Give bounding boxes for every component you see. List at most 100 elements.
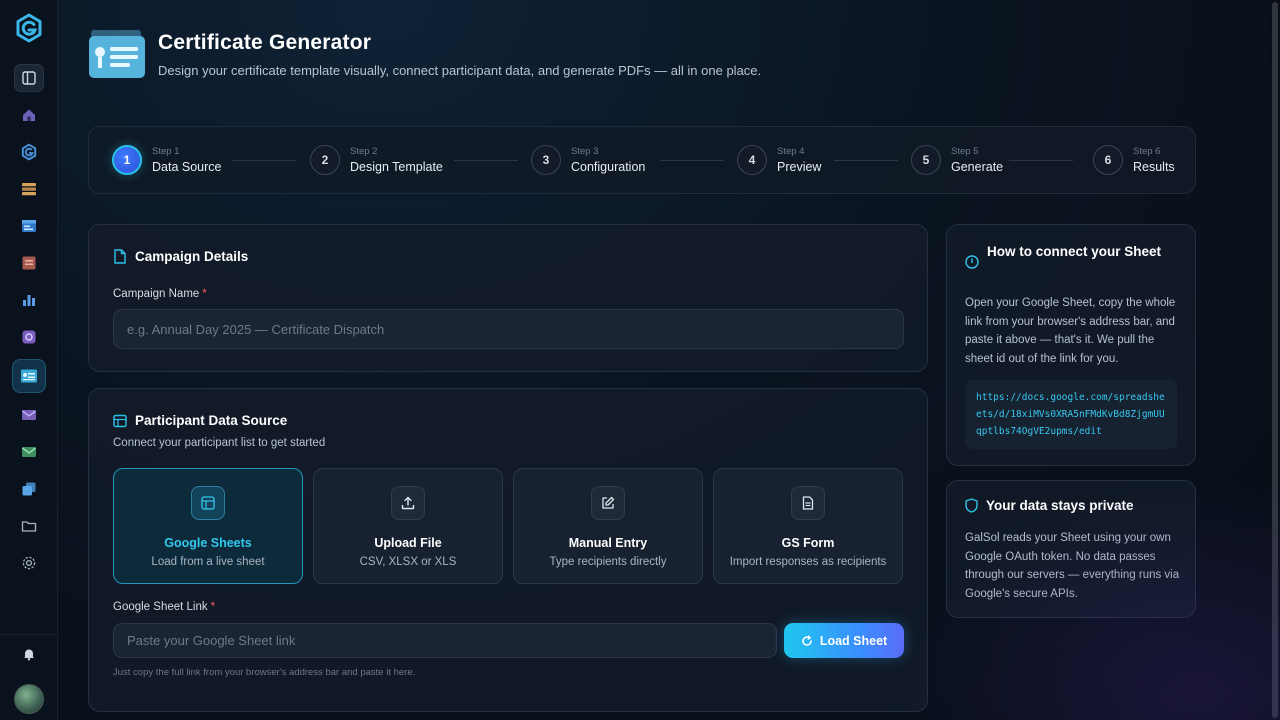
certificate-icon <box>20 369 37 383</box>
step-caption: Step 6 <box>1133 146 1161 157</box>
required-marker: * <box>210 601 216 613</box>
step-label: Preview <box>777 160 822 174</box>
bell-icon <box>23 649 34 661</box>
source-subtitle: Type recipients directly <box>549 556 667 568</box>
step-label: Data Source <box>152 160 222 174</box>
source-options: Google Sheets Load from a live sheet Upl… <box>113 468 903 584</box>
sidebar <box>0 0 58 720</box>
step-connector <box>660 160 724 161</box>
sheet-link-hint: Just copy the full link from your browse… <box>113 667 416 678</box>
inbox-icon <box>21 447 36 457</box>
sidebar-item-camera[interactable] <box>14 323 44 351</box>
source-subtitle: Load from a live sheet <box>151 556 265 568</box>
certificate-header-icon <box>89 30 145 78</box>
step-caption: Step 4 <box>777 146 805 157</box>
browser-icon <box>21 220 36 232</box>
source-subtitle: CSV, XLSX or XLS <box>359 556 457 568</box>
avatar[interactable] <box>13 684 44 714</box>
source-manual-entry[interactable]: Manual Entry Type recipients directly <box>513 468 703 584</box>
source-title: GS Form <box>781 536 835 550</box>
step-number: 5 <box>911 145 941 175</box>
sidebar-item-layers[interactable] <box>14 175 44 203</box>
notifications-button[interactable] <box>22 647 36 666</box>
sidebar-item-browser[interactable] <box>14 212 44 240</box>
howto-text: Open your Google Sheet, copy the whole l… <box>965 297 1176 365</box>
privacy-header: Your data stays private <box>965 498 1134 513</box>
howto-header: How to connect your Sheet <box>965 241 1167 269</box>
source-title: Manual Entry <box>568 536 648 550</box>
upload-icon <box>391 486 425 520</box>
step-number: 3 <box>531 145 561 175</box>
camera-icon <box>22 330 35 344</box>
sidebar-item-certificates[interactable] <box>12 360 45 392</box>
required-marker: * <box>202 288 207 300</box>
step-configuration[interactable]: 3 Step 3 Configuration <box>531 145 645 175</box>
sheet-link-label: Google Sheet Link * <box>113 601 215 613</box>
file-icon <box>114 249 126 264</box>
step-caption: Step 5 <box>951 146 979 157</box>
sidebar-item-inbox[interactable] <box>14 438 44 466</box>
participant-source-subtitle: Connect your participant list to get sta… <box>113 437 326 449</box>
campaign-name-input[interactable] <box>113 309 904 349</box>
label-text: Google Sheet Link <box>113 601 208 613</box>
source-title: Google Sheets <box>164 536 252 550</box>
step-design-template[interactable]: 2 Step 2 Design Template <box>310 145 443 175</box>
step-number: 2 <box>310 145 340 175</box>
example-url: https://docs.google.com/spreadsheets/d/1… <box>965 380 1177 449</box>
campaign-name-label: Campaign Name * <box>113 288 207 300</box>
sidebar-footer <box>0 634 58 720</box>
load-sheet-button[interactable]: Load Sheet <box>784 623 904 658</box>
refresh-icon <box>802 634 812 646</box>
logo-icon <box>21 143 36 161</box>
page-scrollbar[interactable] <box>1270 0 1280 720</box>
stepper: 1 Step 1 Data Source 2 Step 2 Design Templ… <box>88 126 1196 194</box>
page-title: Certificate Generator <box>158 31 372 54</box>
sidebar-item-folder[interactable] <box>14 512 44 540</box>
step-preview[interactable]: 4 Step 4 Preview <box>737 145 821 175</box>
id-card-icon <box>22 256 35 270</box>
sidebar-item-idcard[interactable] <box>14 249 44 277</box>
app-logo-icon[interactable] <box>13 12 45 44</box>
shield-icon <box>965 498 978 513</box>
sheet-link-input[interactable] <box>113 623 777 658</box>
step-number: 4 <box>737 145 767 175</box>
source-gs-form[interactable]: GS Form Import responses as recipients <box>713 468 903 584</box>
source-upload-file[interactable]: Upload File CSV, XLSX or XLS <box>313 468 503 584</box>
step-number: 6 <box>1093 145 1123 175</box>
sidebar-toggle-icon[interactable] <box>13 64 44 92</box>
sidebar-item-brand[interactable] <box>14 138 44 166</box>
participant-source-card: Participant Data Source Connect your par… <box>88 388 928 712</box>
sidebar-item-stack[interactable] <box>14 475 44 503</box>
campaign-details-title: Campaign Details <box>113 249 248 264</box>
step-generate[interactable]: 5 Step 5 Generate <box>911 145 1003 175</box>
sidebar-item-mail[interactable] <box>14 401 44 429</box>
sidebar-item-home[interactable] <box>14 101 44 129</box>
label-text: Campaign Name <box>113 288 200 300</box>
step-label: Results <box>1133 160 1175 174</box>
step-data-source[interactable]: 1 Step 1 Data Source <box>112 145 221 175</box>
card-title-text: Campaign Details <box>135 249 249 264</box>
step-caption: Step 2 <box>350 146 378 157</box>
page-subtitle: Design your certificate template visuall… <box>158 63 762 78</box>
card-title-text: Participant Data Source <box>135 413 288 428</box>
sidebar-item-analytics[interactable] <box>14 286 44 314</box>
step-label: Design Template <box>350 160 443 174</box>
folder-icon <box>21 521 36 532</box>
privacy-text: GalSol reads your Sheet using your own G… <box>965 532 1180 600</box>
step-label: Generate <box>951 160 1004 174</box>
step-results[interactable]: 6 Step 6 Results <box>1093 145 1175 175</box>
howto-title: How to connect your Sheet <box>987 244 1162 259</box>
step-connector <box>454 160 518 161</box>
sheet-link-wrapper <box>113 623 777 658</box>
privacy-title: Your data stays private <box>986 498 1134 513</box>
step-label: Configuration <box>571 160 646 174</box>
home-icon <box>22 109 35 121</box>
sidebar-item-settings[interactable] <box>14 549 44 577</box>
step-connector <box>834 160 898 161</box>
stack-icon <box>22 482 35 496</box>
edit-icon <box>591 486 625 520</box>
step-connector <box>1009 160 1073 161</box>
sheet-icon <box>191 486 225 520</box>
scrollbar-thumb[interactable] <box>1272 2 1278 718</box>
source-google-sheets[interactable]: Google Sheets Load from a live sheet <box>113 468 303 584</box>
